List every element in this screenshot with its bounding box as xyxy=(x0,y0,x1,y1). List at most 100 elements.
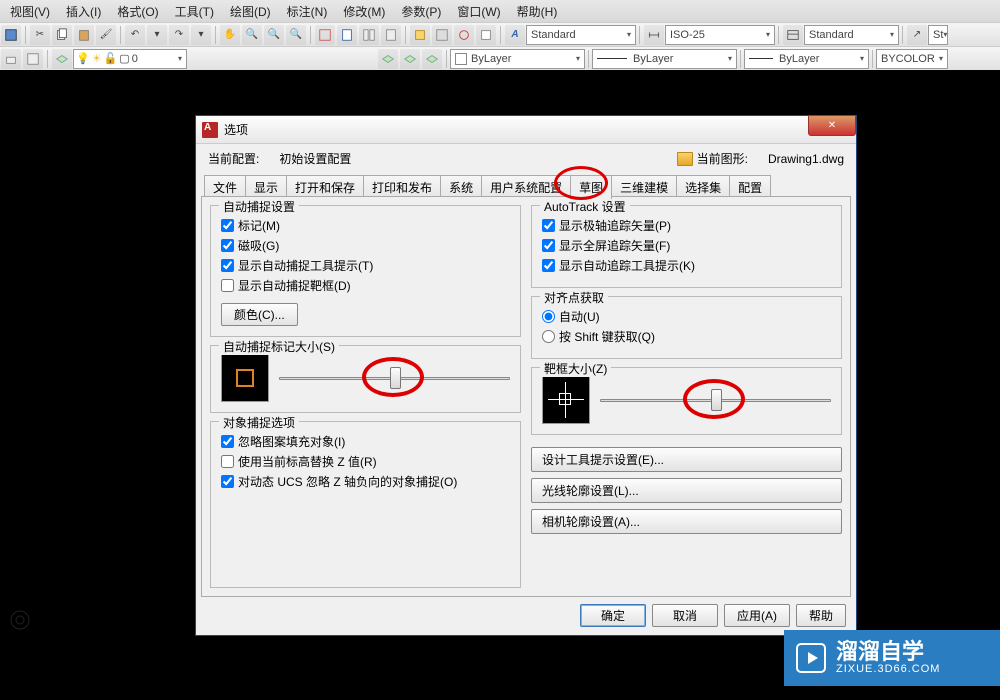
match-icon[interactable]: 🖌 xyxy=(96,25,116,45)
group-autosnap-title: 自动捕捉设置 xyxy=(219,198,299,215)
calc-icon[interactable] xyxy=(381,25,401,45)
ok-button[interactable]: 确定 xyxy=(580,604,646,627)
color-combo[interactable]: ByLayer xyxy=(450,49,585,69)
zoom-prev-icon[interactable]: 🔍 xyxy=(286,25,306,45)
group-autosnap: 自动捕捉设置 标记(M) 磁吸(G) 显示自动捕捉工具提示(T) 显示自动捕捉靶… xyxy=(210,205,521,337)
textstyle-icon[interactable]: A xyxy=(505,25,525,45)
toolbar-2: 💡 ☀ 🔓 ▢ 0 ByLayer ByLayer ByLayer BYCOLO… xyxy=(0,46,1000,70)
save-icon[interactable] xyxy=(1,25,21,45)
layer-iso-icon[interactable] xyxy=(378,49,398,69)
group-align: 对齐点获取 自动(U) 按 Shift 键获取(Q) xyxy=(531,296,842,359)
zoom-window-icon[interactable]: 🔍 xyxy=(264,25,284,45)
menu-format[interactable]: 格式(O) xyxy=(109,1,166,22)
redo-icon[interactable]: ↷ xyxy=(169,25,189,45)
toolpalette-icon[interactable] xyxy=(432,25,452,45)
rdo-auto[interactable]: 自动(U) xyxy=(542,308,831,325)
chk-ignore-negz[interactable]: 对动态 UCS 忽略 Z 轴负向的对象捕捉(O) xyxy=(221,473,510,490)
t2-2-icon[interactable] xyxy=(23,49,43,69)
chk-marker[interactable]: 标记(M) xyxy=(221,217,510,234)
bulb-icon: 💡 xyxy=(76,52,90,65)
cancel-button[interactable]: 取消 xyxy=(652,604,718,627)
menu-tools[interactable]: 工具(T) xyxy=(167,1,222,22)
btn-light-glyph[interactable]: 光线轮廓设置(L)... xyxy=(531,478,842,503)
aperture-slider[interactable] xyxy=(600,376,831,424)
menu-view[interactable]: 视图(V) xyxy=(2,1,58,22)
qcalc-icon[interactable] xyxy=(476,25,496,45)
plot-icon: ▢ xyxy=(119,52,129,65)
copy-icon[interactable] xyxy=(52,25,72,45)
zoom-realtime-icon[interactable]: 🔍 xyxy=(242,25,262,45)
linetype-combo[interactable]: ByLayer xyxy=(592,49,737,69)
pan-icon[interactable]: ✋ xyxy=(220,25,240,45)
undo-drop-icon[interactable]: ▾ xyxy=(147,25,167,45)
menu-insert[interactable]: 插入(I) xyxy=(58,1,109,22)
small-watermark-icon xyxy=(10,610,30,630)
cut-icon[interactable]: ✂ xyxy=(30,25,50,45)
block-icon[interactable] xyxy=(410,25,430,45)
watermark-url: ZIXUE.3D66.COM xyxy=(836,663,940,675)
apply-button[interactable]: 应用(A) xyxy=(724,604,790,627)
chk-magnet[interactable]: 磁吸(G) xyxy=(221,237,510,254)
layer-match-icon[interactable] xyxy=(422,49,442,69)
mleader-icon[interactable]: ↗ xyxy=(907,25,927,45)
drawing-value: Drawing1.dwg xyxy=(768,152,844,166)
menu-draw[interactable]: 绘图(D) xyxy=(222,1,279,22)
drawing-label: 当前图形: xyxy=(697,150,748,167)
btn-design-tooltip[interactable]: 设计工具提示设置(E)... xyxy=(531,447,842,472)
sheet-icon[interactable] xyxy=(337,25,357,45)
menu-dim[interactable]: 标注(N) xyxy=(279,1,336,22)
watermark: 溜溜自学 ZIXUE.3D66.COM xyxy=(784,630,1000,686)
chk-tooltip[interactable]: 显示自动捕捉工具提示(T) xyxy=(221,257,510,274)
layer-props-icon[interactable] xyxy=(52,49,72,69)
lineweight-combo[interactable]: ByLayer xyxy=(744,49,869,69)
mleaderstyle-combo[interactable]: St xyxy=(928,25,948,45)
tab-pane: 自动捕捉设置 标记(M) 磁吸(G) 显示自动捕捉工具提示(T) 显示自动捕捉靶… xyxy=(201,196,851,597)
dimstyle-combo[interactable]: ISO-25 xyxy=(665,25,775,45)
undo-icon[interactable]: ↶ xyxy=(125,25,145,45)
group-osnap-opts: 对象捕捉选项 忽略图案填充对象(I) 使用当前标高替换 Z 值(R) 对动态 U… xyxy=(210,421,521,588)
dimstyle-icon[interactable] xyxy=(644,25,664,45)
options-dialog: 选项 ✕ 当前配置: 初始设置配置 当前图形: Drawing1.dwg 文件 … xyxy=(195,115,857,636)
chk-fullscreen-vector[interactable]: 显示全屏追踪矢量(F) xyxy=(542,237,831,254)
rdo-shift[interactable]: 按 Shift 键获取(Q) xyxy=(542,328,831,345)
chk-ignore-hatch[interactable]: 忽略图案填充对象(I) xyxy=(221,433,510,450)
markup-icon[interactable] xyxy=(454,25,474,45)
paste-icon[interactable] xyxy=(74,25,94,45)
chk-replace-z[interactable]: 使用当前标高替换 Z 值(R) xyxy=(221,453,510,470)
textstyle-combo[interactable]: Standard xyxy=(526,25,636,45)
t2-1-icon[interactable] xyxy=(1,49,21,69)
plotstyle-combo[interactable]: BYCOLOR xyxy=(876,49,948,69)
tablestyle-combo[interactable]: Standard xyxy=(804,25,899,45)
layer-combo[interactable]: 💡 ☀ 🔓 ▢ 0 xyxy=(73,49,187,69)
profile-label: 当前配置: xyxy=(208,150,259,167)
close-button[interactable]: ✕ xyxy=(808,115,856,136)
menu-help[interactable]: 帮助(H) xyxy=(509,1,566,22)
group-autotrack: AutoTrack 设置 显示极轴追踪矢量(P) 显示全屏追踪矢量(F) 显示自… xyxy=(531,205,842,288)
marker-slider[interactable] xyxy=(279,354,510,402)
colors-button[interactable]: 颜色(C)... xyxy=(221,303,298,326)
menu-modify[interactable]: 修改(M) xyxy=(335,1,393,22)
tab-drafting[interactable]: 草图 xyxy=(570,175,612,199)
group-align-title: 对齐点获取 xyxy=(540,289,608,306)
help-button[interactable]: 帮助 xyxy=(796,604,846,627)
props-icon[interactable] xyxy=(315,25,335,45)
redo-drop-icon[interactable]: ▾ xyxy=(191,25,211,45)
play-icon xyxy=(796,643,826,673)
chk-autotrack-tip[interactable]: 显示自动追踪工具提示(K) xyxy=(542,257,831,274)
group-osnap-title: 对象捕捉选项 xyxy=(219,414,299,431)
tablestyle-icon[interactable] xyxy=(783,25,803,45)
group-aperture-size: 靶框大小(Z) xyxy=(531,367,842,435)
palette-icon[interactable] xyxy=(359,25,379,45)
menu-bar: 视图(V) 插入(I) 格式(O) 工具(T) 绘图(D) 标注(N) 修改(M… xyxy=(0,0,1000,22)
aperture-preview xyxy=(542,376,590,424)
menu-param[interactable]: 参数(P) xyxy=(393,1,449,22)
chk-aperture[interactable]: 显示自动捕捉靶框(D) xyxy=(221,277,510,294)
btn-camera-glyph[interactable]: 相机轮廓设置(A)... xyxy=(531,509,842,534)
chk-polar-vector[interactable]: 显示极轴追踪矢量(P) xyxy=(542,217,831,234)
profile-row: 当前配置: 初始设置配置 当前图形: Drawing1.dwg xyxy=(196,144,856,175)
layer-uniso-icon[interactable] xyxy=(400,49,420,69)
group-aperture-title: 靶框大小(Z) xyxy=(540,360,611,377)
group-marker-size-title: 自动捕捉标记大小(S) xyxy=(219,338,339,355)
toolbar-1: ✂ 🖌 ↶ ▾ ↷ ▾ ✋ 🔍 🔍 🔍 A Standard ISO-25 St… xyxy=(0,22,1000,46)
menu-window[interactable]: 窗口(W) xyxy=(449,1,508,22)
